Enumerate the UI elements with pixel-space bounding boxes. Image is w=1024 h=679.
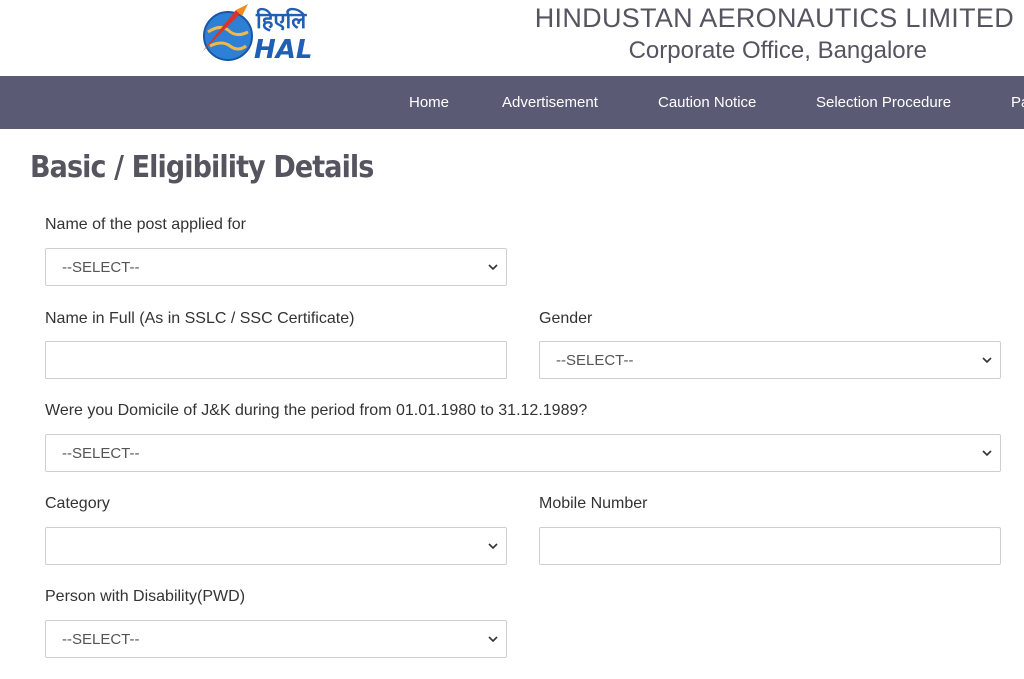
chevron-down-icon bbox=[982, 357, 992, 364]
site-header: हिएलि HAL HINDUSTAN AERONAUTICS LIMITED … bbox=[0, 0, 1024, 76]
domicile-select[interactable]: --SELECT-- bbox=[45, 434, 1001, 472]
full-name-input[interactable] bbox=[45, 341, 507, 379]
pwd-select-value: --SELECT-- bbox=[62, 631, 140, 648]
post-select-value: --SELECT-- bbox=[62, 259, 140, 276]
nav-selection-procedure[interactable]: Selection Procedure bbox=[816, 76, 951, 129]
chevron-down-icon bbox=[488, 264, 498, 271]
mobile-label: Mobile Number bbox=[539, 495, 648, 512]
mobile-number-input[interactable] bbox=[539, 527, 1001, 565]
chevron-down-icon bbox=[488, 636, 498, 643]
hal-logo-graphic: हिएलि HAL bbox=[196, 2, 326, 66]
chevron-down-icon bbox=[488, 543, 498, 550]
hal-logo[interactable]: हिएलि HAL bbox=[196, 2, 326, 66]
logo-hindi-text: हिएलि bbox=[255, 7, 307, 34]
category-select[interactable] bbox=[45, 527, 507, 565]
domicile-select-value: --SELECT-- bbox=[62, 445, 140, 462]
category-label: Category bbox=[45, 495, 110, 512]
domicile-label: Were you Domicile of J&K during the peri… bbox=[45, 402, 588, 419]
post-label: Name of the post applied for bbox=[45, 216, 247, 233]
logo-hal-text: HAL bbox=[254, 35, 312, 65]
nav-item-partial[interactable]: Pa bbox=[1011, 76, 1024, 129]
pwd-select[interactable]: --SELECT-- bbox=[45, 620, 507, 658]
organization-title: HINDUSTAN AERONAUTICS LIMITED bbox=[534, 3, 1014, 33]
gender-label: Gender bbox=[539, 310, 593, 327]
gender-select-value: --SELECT-- bbox=[556, 352, 634, 369]
page-title: Basic / Eligibility Details bbox=[30, 150, 374, 185]
full-name-label: Name in Full (As in SSLC / SSC Certifica… bbox=[45, 310, 355, 327]
post-select[interactable]: --SELECT-- bbox=[45, 248, 507, 286]
gender-select[interactable]: --SELECT-- bbox=[539, 341, 1001, 379]
pwd-label: Person with Disability(PWD) bbox=[45, 588, 246, 605]
chevron-down-icon bbox=[982, 450, 992, 457]
main-navigation: Home Advertisement Caution Notice Select… bbox=[0, 76, 1024, 129]
nav-home[interactable]: Home bbox=[409, 76, 449, 129]
organization-subtitle: Corporate Office, Bangalore bbox=[628, 37, 927, 64]
nav-advertisement[interactable]: Advertisement bbox=[502, 76, 598, 129]
nav-caution-notice[interactable]: Caution Notice bbox=[658, 76, 756, 129]
